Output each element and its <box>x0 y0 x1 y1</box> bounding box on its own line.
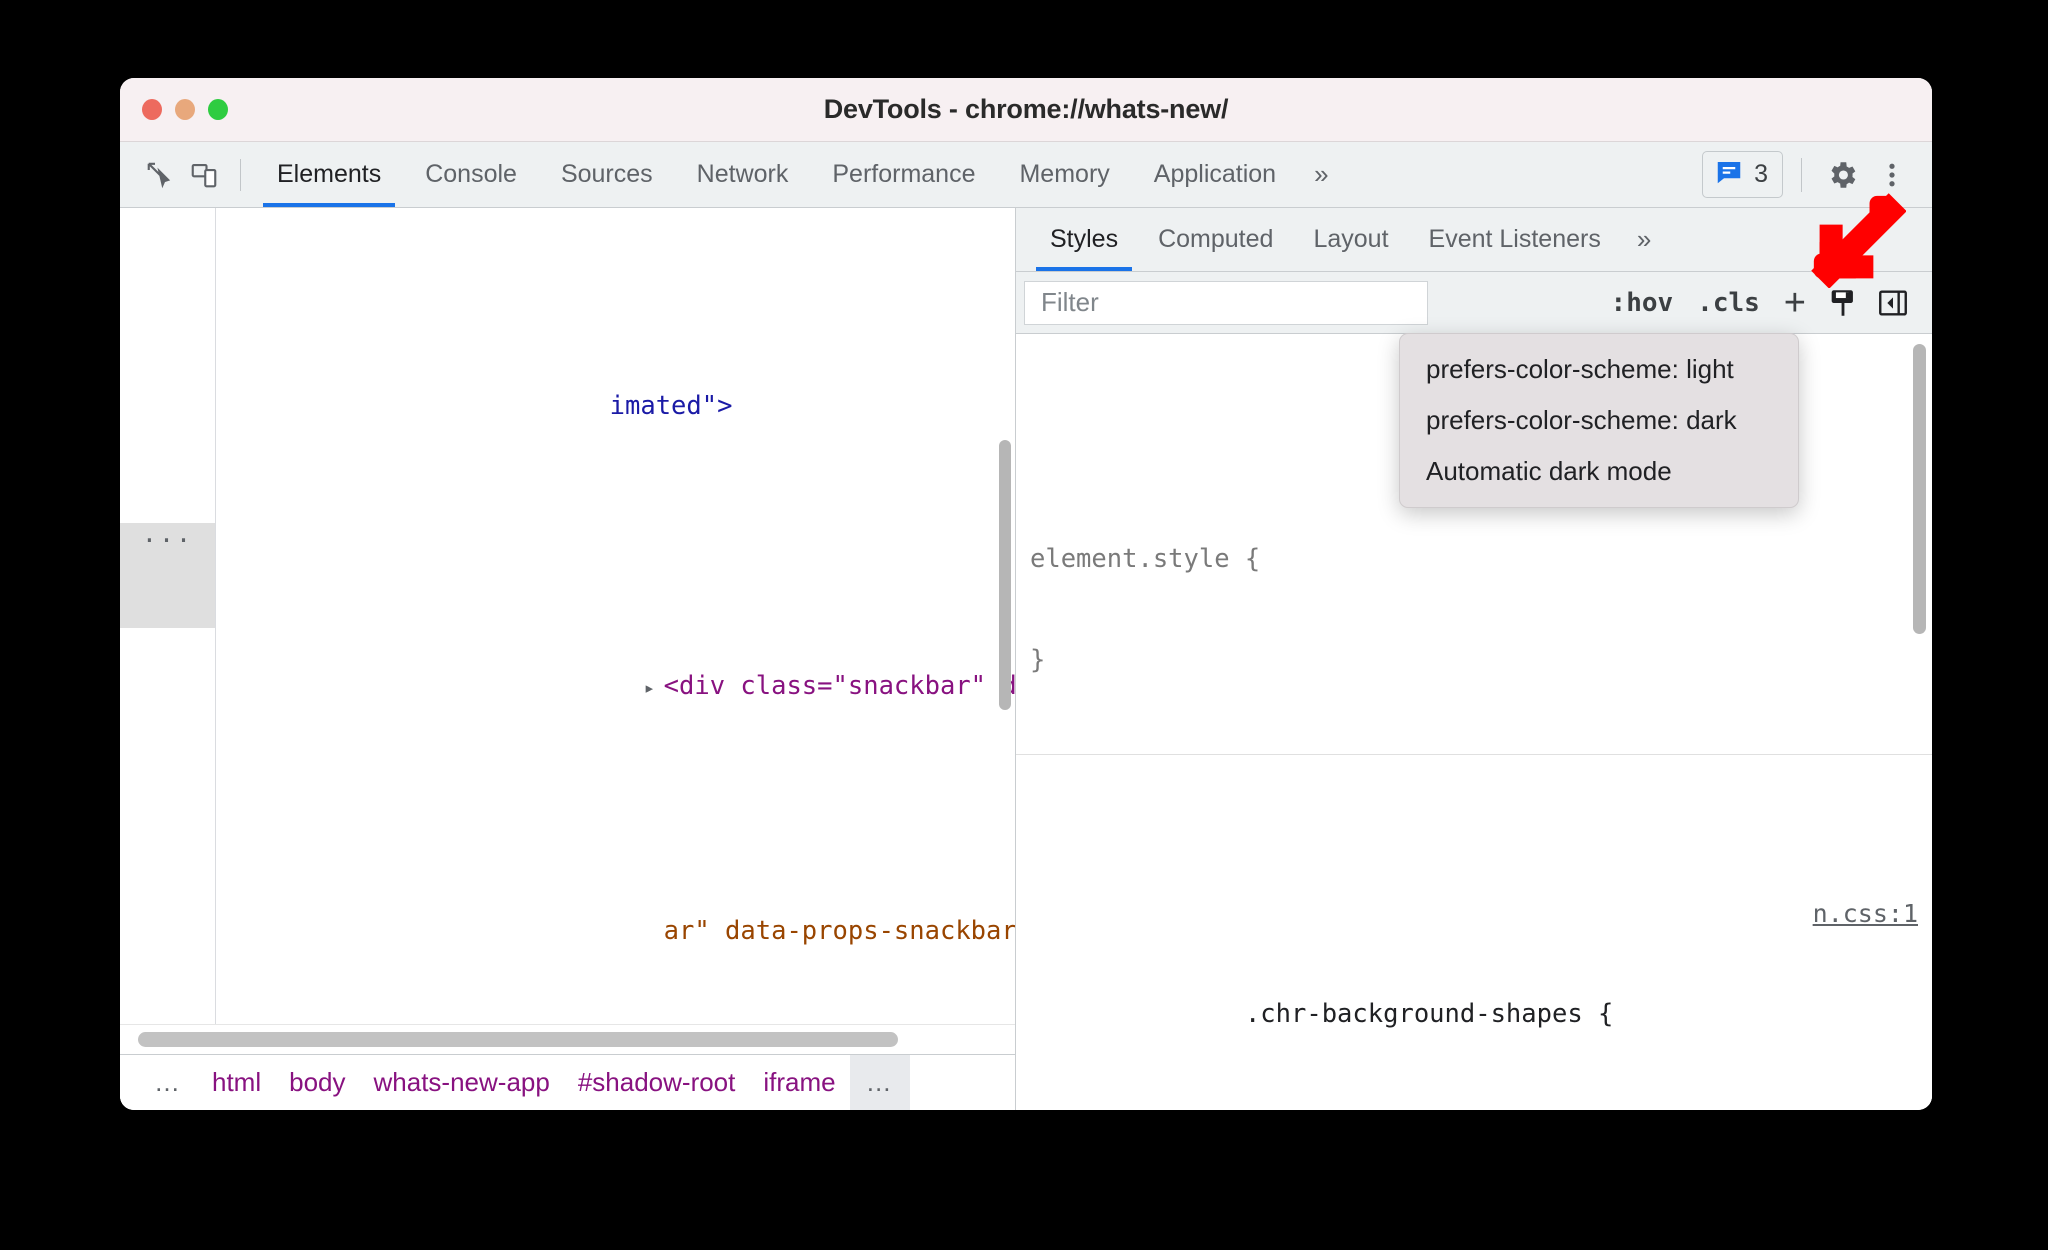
minimize-window-button[interactable] <box>175 99 195 120</box>
breadcrumb-item-body[interactable]: body <box>275 1067 359 1098</box>
toolbar-right-tools: 3 <box>1702 151 1932 198</box>
tab-elements[interactable]: Elements <box>255 142 403 207</box>
css-rule-chr-background-shapes[interactable]: .chr-background-shapes { n.css:1 display… <box>1016 889 1932 1110</box>
device-toolbar-icon[interactable] <box>182 153 226 197</box>
dom-tree-horizontal-scrollbar-thumb[interactable] <box>138 1032 898 1047</box>
toggle-pseudo-class-button[interactable]: :hov <box>1603 286 1682 320</box>
issues-message-icon <box>1714 157 1744 192</box>
elements-panel: ··· imated"> ▸ <div class="snackbar" ar"… <box>120 208 1016 1110</box>
dom-line[interactable]: imated"> <box>216 284 1015 459</box>
tab-computed[interactable]: Computed <box>1138 208 1293 271</box>
dropdown-item-prefers-color-scheme-dark[interactable]: prefers-color-scheme: dark <box>1400 395 1798 446</box>
window-title: DevTools - chrome://whats-new/ <box>823 94 1229 124</box>
breadcrumb-overflow-right[interactable]: … <box>849 1055 910 1110</box>
tab-elements-label: Elements <box>277 160 382 188</box>
screenshot-root: DevTools - chrome://whats-new/ Elements … <box>0 0 2048 1250</box>
issues-counter-button[interactable]: 3 <box>1702 151 1783 198</box>
toolbar-divider <box>240 158 241 191</box>
styles-filter-row: Filter :hov .cls + <box>1016 272 1932 334</box>
dom-line-text: <div class="snackbar" data-comp=" <box>663 671 1015 701</box>
dropdown-item-prefers-color-scheme-light[interactable]: prefers-color-scheme: light <box>1400 344 1798 395</box>
tab-computed-label: Computed <box>1158 225 1274 253</box>
css-selector: .chr-background-shapes { <box>1244 998 1614 1029</box>
issues-count: 3 <box>1754 160 1768 188</box>
tab-styles-label: Styles <box>1050 225 1119 253</box>
styles-vertical-scrollbar[interactable] <box>1913 344 1926 634</box>
dom-line-text: ar" data-props-snackbar="{"dynami <box>663 916 1015 946</box>
tab-memory[interactable]: Memory <box>997 142 1131 207</box>
toolbar-right-divider <box>1801 157 1802 192</box>
new-style-rule-icon[interactable]: + <box>1776 284 1814 322</box>
expand-triangle-icon[interactable]: ▸ <box>644 671 664 706</box>
breadcrumb-item-shadow-root[interactable]: #shadow-root <box>564 1067 750 1098</box>
tab-application-label: Application <box>1153 160 1277 188</box>
styles-more-tabs-icon[interactable]: » <box>1621 224 1667 255</box>
tab-memory-label: Memory <box>1019 160 1110 188</box>
tab-console-label: Console <box>425 160 517 188</box>
close-window-button[interactable] <box>142 99 162 120</box>
traffic-lights <box>142 78 228 141</box>
window-titlebar: DevTools - chrome://whats-new/ <box>120 78 1932 142</box>
dom-tree-horizontal-scrollbar-track[interactable] <box>120 1024 1015 1054</box>
css-rule-element-style[interactable]: element.style { } <box>1016 468 1932 755</box>
dom-line[interactable]: ar" data-props-snackbar="{"dynami <box>216 809 1015 984</box>
inspect-cursor-icon[interactable] <box>138 153 182 197</box>
dom-line-text: imated"> <box>609 391 733 421</box>
panel-tabs: Elements Console Sources Network Perform… <box>255 142 1345 207</box>
tab-layout[interactable]: Layout <box>1293 208 1408 271</box>
css-selector: element.style { <box>1030 544 1261 574</box>
breadcrumb-item-whats-new-app[interactable]: whats-new-app <box>360 1067 564 1098</box>
tab-event-listeners[interactable]: Event Listeners <box>1409 208 1621 271</box>
breadcrumb: … html body whats-new-app #shadow-root i… <box>120 1054 1015 1110</box>
dom-gutter: ··· <box>120 208 216 1024</box>
gear-icon[interactable] <box>1820 153 1864 197</box>
devtools-window: DevTools - chrome://whats-new/ Elements … <box>120 78 1932 1110</box>
tab-network[interactable]: Network <box>675 142 811 207</box>
filter-placeholder: Filter <box>1041 287 1099 317</box>
tab-application[interactable]: Application <box>1132 142 1298 207</box>
more-tabs-icon[interactable]: » <box>1298 159 1344 190</box>
annotation-arrow-icon <box>1810 192 1907 289</box>
rendering-emulation-dropdown[interactable]: prefers-color-scheme: light prefers-colo… <box>1399 333 1799 508</box>
element-classes-button[interactable]: .cls <box>1689 286 1768 320</box>
dom-gutter-more-button[interactable]: ··· <box>120 523 215 558</box>
maximize-window-button[interactable] <box>208 99 228 120</box>
tab-network-label: Network <box>696 160 789 188</box>
tab-sources[interactable]: Sources <box>539 142 675 207</box>
dom-tree-vertical-scrollbar[interactable] <box>999 440 1011 710</box>
tab-performance-label: Performance <box>832 160 976 188</box>
tab-styles[interactable]: Styles <box>1030 208 1138 271</box>
tab-performance[interactable]: Performance <box>810 142 997 207</box>
dom-tree[interactable]: imated"> ▸<div class="snackbar" data-com… <box>216 208 1015 1024</box>
kebab-menu-icon[interactable] <box>1870 153 1914 197</box>
css-source-link[interactable]: n.css:1 <box>1813 897 1918 931</box>
tab-sources-label: Sources <box>560 160 653 188</box>
styles-panel-tabs: Styles Computed Layout Event Listeners » <box>1016 208 1932 272</box>
dom-line[interactable]: ▸<div class="snackbar" data-comp=" <box>216 564 1015 739</box>
breadcrumb-overflow-left[interactable]: … <box>138 1067 198 1098</box>
css-rule-close-brace: } <box>1030 644 1046 675</box>
devtools-toolbar: Elements Console Sources Network Perform… <box>120 142 1932 208</box>
breadcrumb-item-html[interactable]: html <box>198 1067 275 1098</box>
tab-console[interactable]: Console <box>403 142 539 207</box>
dropdown-item-automatic-dark-mode[interactable]: Automatic dark mode <box>1400 446 1798 497</box>
tab-layout-label: Layout <box>1313 225 1389 253</box>
tab-event-listeners-label: Event Listeners <box>1428 225 1601 253</box>
breadcrumb-item-iframe[interactable]: iframe <box>749 1067 849 1098</box>
dom-tree-container: ··· imated"> ▸ <div class="snackbar" ar"… <box>120 208 1015 1024</box>
filter-input[interactable]: Filter <box>1024 280 1428 325</box>
